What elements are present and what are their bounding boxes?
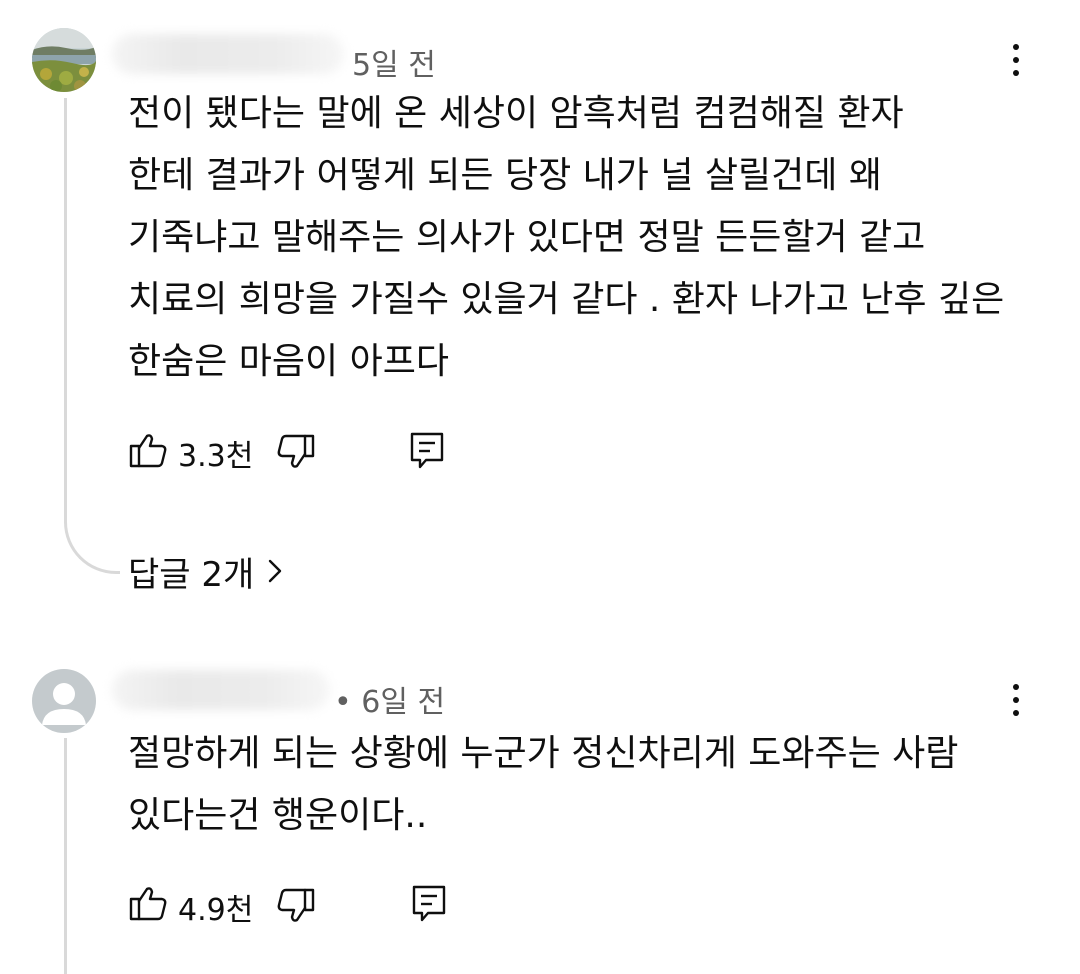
avatar[interactable] bbox=[32, 669, 96, 733]
chevron-right-icon bbox=[266, 549, 284, 599]
author-name-redacted[interactable] bbox=[112, 670, 330, 710]
author-name-redacted[interactable] bbox=[112, 34, 344, 74]
avatar[interactable] bbox=[32, 28, 96, 92]
thumb-up-icon[interactable] bbox=[128, 430, 168, 470]
comment-age: 5일 전 bbox=[352, 48, 436, 83]
replies-link[interactable]: 답글 2개 bbox=[128, 550, 284, 600]
comment-body: 전이 됐다는 말에 온 세상이 암흑처럼 컴컴해질 환자 한테 결과가 어떻게 … bbox=[128, 93, 1005, 382]
reply-thread-curve bbox=[64, 520, 120, 574]
replies-label: 답글 2개 bbox=[128, 555, 255, 595]
reply-thread-line bbox=[64, 98, 67, 523]
more-vert-icon[interactable] bbox=[1001, 38, 1031, 82]
comments-page: 5일 전 전이 됐다는 말에 온 세상이 암흑처럼 컴컴해질 환자 한테 결과가… bbox=[0, 0, 1080, 974]
like-count: 3.3천 bbox=[178, 439, 254, 474]
more-vert-icon[interactable] bbox=[1001, 678, 1031, 722]
comment-body: 절망하게 되는 상황에 누군가 정신차리게 도와주는 사람 있다는건 행운이다.… bbox=[128, 733, 959, 836]
reply-comment-icon[interactable] bbox=[408, 430, 448, 470]
reply-thread-line bbox=[64, 738, 67, 974]
comment-age: • 6일 전 bbox=[334, 685, 446, 720]
thumb-up-icon[interactable] bbox=[128, 883, 168, 923]
like-count: 4.9천 bbox=[178, 893, 254, 928]
thumb-down-icon[interactable] bbox=[276, 886, 316, 926]
thumb-down-icon[interactable] bbox=[276, 432, 316, 472]
reply-comment-icon[interactable] bbox=[410, 883, 450, 923]
